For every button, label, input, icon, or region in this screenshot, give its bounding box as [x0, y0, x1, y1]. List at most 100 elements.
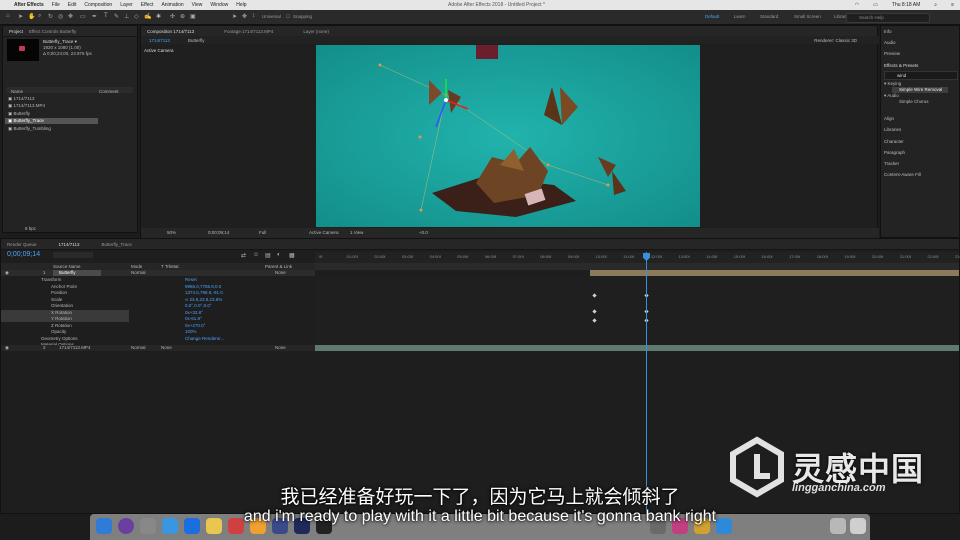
- panel-audio[interactable]: Audio: [884, 40, 896, 45]
- rotate-tool-icon[interactable]: ↻: [48, 13, 53, 20]
- frame-blending-icon[interactable]: ▤: [265, 252, 271, 259]
- workspace-learn[interactable]: Learn: [734, 14, 746, 19]
- panel-character[interactable]: Character: [884, 139, 904, 144]
- property-value[interactable]: 0x-61.8°: [185, 316, 202, 321]
- shy-layers-icon[interactable]: ☺: [253, 252, 259, 258]
- layer-trkmat-dropdown[interactable]: None: [161, 345, 172, 350]
- current-time-display[interactable]: 0;00;09;14: [208, 230, 229, 235]
- timeline-timecode[interactable]: 0;00;09;14: [7, 251, 40, 258]
- tab-timeline-comp[interactable]: 1714/7113: [59, 242, 80, 247]
- menu-animation[interactable]: Animation: [161, 2, 183, 8]
- property-value[interactable]: 0x+270.0°: [185, 323, 205, 328]
- effects-search-input[interactable]: wind: [884, 71, 958, 80]
- property-value[interactable]: ∞ 23.8,23.8,23.8%: [185, 297, 222, 302]
- property-value[interactable]: Change Renderer...: [185, 336, 224, 341]
- column-name[interactable]: Name: [11, 89, 23, 94]
- column-comment[interactable]: Comment: [99, 89, 119, 94]
- header-source-name[interactable]: Source Name: [53, 264, 81, 269]
- panel-info[interactable]: Info: [884, 29, 892, 34]
- panel-paragraph[interactable]: Paragraph: [884, 150, 905, 155]
- clock[interactable]: Thu 8:18 AM: [892, 2, 920, 8]
- property-value[interactable]: 1374.6,798.8,-91.0: [185, 290, 223, 295]
- property-row[interactable]: Opacity 100%: [1, 329, 315, 335]
- local-axis-icon[interactable]: ✣: [170, 13, 175, 20]
- layer-name[interactable]: Butterfly: [59, 270, 76, 275]
- tab-render-queue[interactable]: Render Queue: [7, 242, 37, 247]
- property-value[interactable]: Reset: [185, 277, 197, 282]
- rectangle-tool-icon[interactable]: ▭: [80, 13, 86, 20]
- tab-composition[interactable]: Composition 1714/7113: [147, 29, 194, 34]
- panel-libraries[interactable]: Libraries: [884, 127, 901, 132]
- layer-row[interactable]: ◉ 1 Butterfly Normal None: [1, 270, 315, 276]
- visibility-eye-icon[interactable]: ◉: [5, 270, 9, 276]
- property-row[interactable]: Geometry Options Change Renderer...: [1, 336, 315, 342]
- motion-blur-icon[interactable]: ◐: [277, 252, 281, 258]
- 3d-view-dropdown[interactable]: Active Camera: [309, 230, 339, 235]
- layer-row[interactable]: ◉ 2 1714/7113.MP4 Normal None None: [1, 345, 315, 351]
- menu-edit[interactable]: Edit: [68, 2, 77, 8]
- type-tool-icon[interactable]: T: [104, 13, 108, 19]
- effect-simple-wire-removal[interactable]: Simple Wire Removal: [899, 87, 942, 92]
- snapping-checkbox[interactable]: ☐: [286, 14, 290, 20]
- menu-list-icon[interactable]: ≡: [951, 2, 954, 8]
- effects-category-audio[interactable]: ▾ Audio: [884, 93, 899, 99]
- project-item[interactable]: ▣ Butterfly: [8, 111, 30, 117]
- pan-tool-icon[interactable]: ↕: [252, 13, 255, 19]
- menu-window[interactable]: Window: [210, 2, 228, 8]
- property-row[interactable]: Orientation 0.0°,0.0°,0.0°: [1, 303, 315, 309]
- universal-label[interactable]: Universal: [262, 14, 281, 19]
- view-layout-dropdown[interactable]: 1 View: [350, 230, 363, 235]
- snapping-label[interactable]: Snapping: [293, 14, 312, 19]
- subtab-comp[interactable]: 1714/7113: [149, 38, 170, 43]
- tab-layer[interactable]: Layer (none): [303, 29, 329, 34]
- workspace-standard[interactable]: Standard: [760, 14, 778, 19]
- workspace-default[interactable]: Default: [705, 14, 719, 19]
- timeline-search-input[interactable]: [53, 252, 93, 258]
- video-layer-duration-bar[interactable]: [315, 345, 959, 351]
- resolution-dropdown[interactable]: Full: [259, 230, 266, 235]
- header-parent[interactable]: Parent & Link: [265, 264, 292, 269]
- playhead[interactable]: [646, 252, 647, 515]
- layer-mode-dropdown[interactable]: Normal: [131, 270, 146, 275]
- panel-effects-presets[interactable]: Effects & Presets: [884, 63, 918, 68]
- panel-align[interactable]: Align: [884, 116, 894, 121]
- unified-camera-tool-icon[interactable]: ➤: [232, 13, 237, 20]
- composition-viewer[interactable]: [316, 45, 700, 227]
- wifi-icon[interactable]: ◠: [855, 2, 859, 8]
- property-row[interactable]: Z Rotation 0x+270.0°: [1, 323, 315, 329]
- tab-timeline-trace[interactable]: Butterfly_Trace: [101, 242, 131, 247]
- pan-behind-tool-icon[interactable]: ✥: [68, 13, 73, 20]
- menu-file[interactable]: File: [52, 2, 60, 8]
- view-axis-icon[interactable]: ▣: [190, 13, 196, 20]
- property-row[interactable]: Y Rotation 0x-61.8°: [1, 316, 202, 322]
- time-ruler[interactable]: 0f 01:00f 02:00f 03:00f 04:00f 05:00f 06:00f 07…: [315, 252, 960, 263]
- menu-help[interactable]: Help: [236, 2, 246, 8]
- work-area-bar[interactable]: [315, 263, 959, 270]
- selection-tool-icon[interactable]: ➤: [18, 13, 23, 20]
- search-help-input[interactable]: Search Help: [846, 13, 930, 23]
- layer-name[interactable]: 1714/7113.MP4: [59, 345, 90, 350]
- subtab-butterfly[interactable]: Butterfly: [188, 38, 205, 43]
- workspace-small-screen[interactable]: Small Screen: [794, 14, 821, 19]
- property-row[interactable]: Scale ∞ 23.8,23.8,23.8%: [1, 297, 315, 303]
- project-item[interactable]: ▣ Butterfly_Tumbling: [8, 126, 51, 132]
- layer-parent-dropdown[interactable]: None: [275, 345, 286, 350]
- world-axis-icon[interactable]: ⊕: [180, 13, 185, 20]
- property-row[interactable]: Transform Reset: [1, 277, 315, 283]
- layer-mode-dropdown[interactable]: Normal: [131, 345, 146, 350]
- property-row[interactable]: X Rotation 0x+32.8°: [1, 309, 203, 316]
- header-mode[interactable]: Mode: [131, 264, 142, 269]
- renderer-value[interactable]: Classic 3D: [835, 38, 857, 43]
- brush-tool-icon[interactable]: ✎: [114, 13, 119, 20]
- visibility-eye-icon[interactable]: ◉: [5, 345, 9, 351]
- clone-stamp-tool-icon[interactable]: ⊥: [124, 13, 129, 20]
- effect-simple-chorus[interactable]: Simple Chorus: [899, 99, 929, 104]
- roto-brush-tool-icon[interactable]: ✍: [144, 13, 151, 20]
- zoom-tool-icon[interactable]: ⌕: [38, 13, 41, 20]
- camera-tool-icon[interactable]: ◎: [58, 13, 63, 20]
- hand-tool-icon[interactable]: ✋: [28, 13, 35, 20]
- property-value[interactable]: 0.0°,0.0°,0.0°: [185, 303, 212, 308]
- menu-view[interactable]: View: [192, 2, 203, 8]
- spotlight-icon[interactable]: ⌕: [934, 2, 937, 8]
- pen-tool-icon[interactable]: ✒: [92, 13, 97, 20]
